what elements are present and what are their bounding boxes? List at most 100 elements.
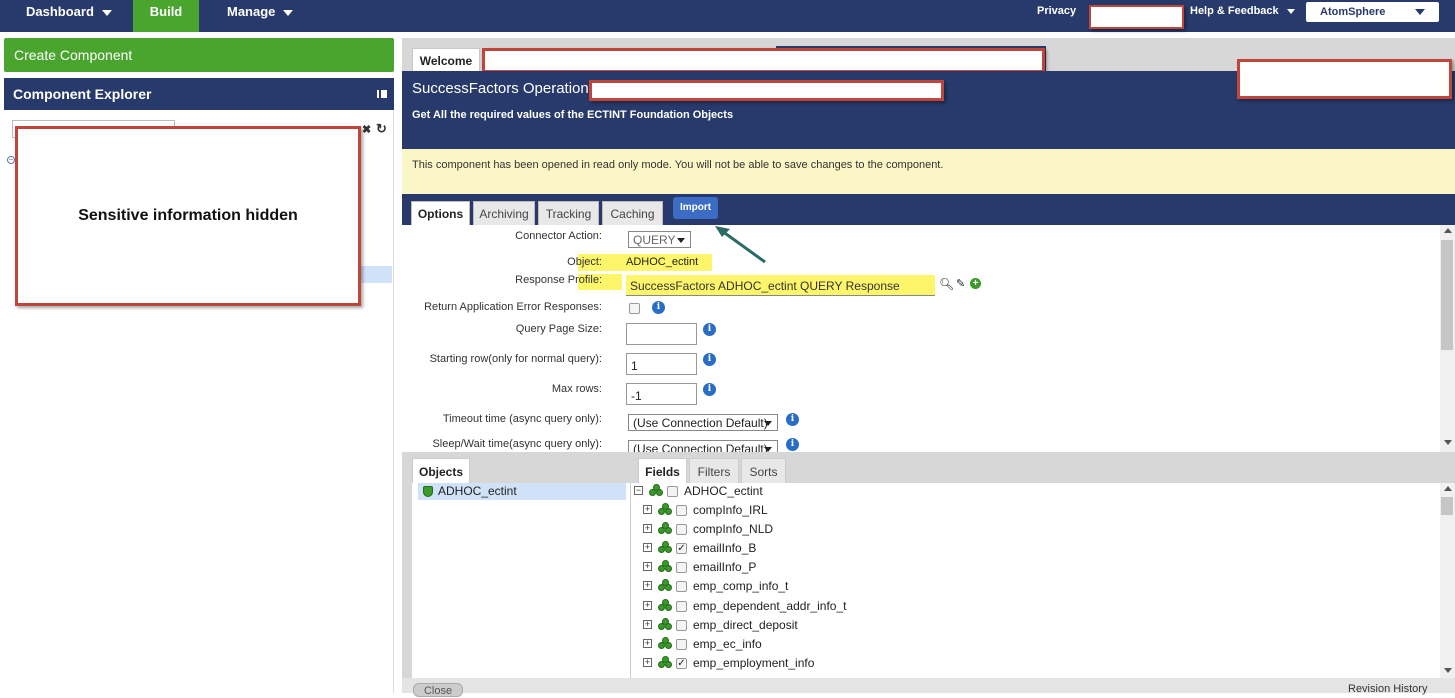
chevron-down-icon (677, 238, 685, 243)
field-checkbox[interactable]: ✓ (676, 657, 687, 669)
object-value: ADHOC_ectint (626, 256, 699, 268)
scroll-up-icon[interactable] (1444, 486, 1452, 491)
field-checkbox[interactable] (667, 486, 678, 497)
expand-icon[interactable]: + (643, 619, 652, 629)
field-checkbox[interactable] (676, 505, 687, 516)
tab-objects[interactable]: Objects (412, 458, 470, 484)
redaction-box: Sensitive information hidden (15, 126, 361, 306)
info-icon[interactable]: i (786, 413, 799, 426)
chevron-down-icon (764, 421, 772, 426)
tab-archiving[interactable]: Archiving (473, 201, 535, 225)
field-checkbox[interactable] (676, 524, 687, 536)
expand-icon[interactable]: + (643, 638, 652, 648)
field-checkbox[interactable] (676, 600, 687, 612)
chevron-down-icon (1415, 9, 1425, 15)
field-label: emailInfo_P (693, 560, 757, 575)
edit-pencil-icon[interactable]: ✎ (956, 277, 965, 290)
expand-icon[interactable]: + (643, 562, 652, 572)
tab-welcome[interactable]: Welcome (412, 48, 480, 72)
info-icon[interactable]: i (786, 438, 799, 451)
field-checkbox[interactable] (676, 562, 687, 574)
close-button[interactable]: Close (413, 683, 463, 697)
nav-manage[interactable]: Manage (227, 0, 307, 32)
info-icon[interactable]: i (703, 353, 716, 366)
expand-icon[interactable]: + (643, 657, 652, 667)
add-icon[interactable]: + (970, 278, 981, 289)
field-checkbox[interactable] (676, 638, 687, 650)
max-rows-input[interactable]: -1 (626, 383, 697, 405)
expand-icon[interactable]: + (643, 600, 652, 610)
tab-tracking[interactable]: Tracking (538, 201, 599, 225)
nav-build[interactable]: Build (133, 0, 199, 32)
sleep-wait-select[interactable]: (Use Connection Default) (628, 440, 778, 452)
tree-collapse-icon[interactable]: − (7, 156, 15, 164)
field-group-icon (658, 522, 672, 535)
refresh-icon[interactable]: ↻ (376, 121, 387, 137)
field-label: emp_ec_info (693, 636, 762, 651)
nav-manage-label: Manage (227, 4, 276, 19)
expand-icon[interactable]: + (643, 524, 652, 534)
field-group-icon (658, 655, 672, 668)
search-icon[interactable]: 🔍︎ (939, 277, 954, 291)
account-selector[interactable]: AtomSphere (1306, 2, 1439, 22)
tab-caching[interactable]: Caching (602, 201, 663, 225)
timeout-label: Timeout time (async query only): (442, 413, 602, 425)
field-root-label: ADHOC_ectint (684, 484, 763, 498)
help-feedback-menu[interactable]: Help & Feedback (1190, 0, 1300, 24)
connector-action-select[interactable]: QUERY (628, 231, 691, 248)
chevron-down-icon (283, 9, 294, 16)
field-group-icon (658, 636, 672, 649)
expand-icon[interactable]: + (643, 543, 652, 553)
connector-action-value: QUERY (633, 233, 676, 247)
import-button[interactable]: Import (673, 197, 718, 219)
field-group-icon (658, 503, 672, 515)
return-errors-label: Return Application Error Responses: (424, 301, 602, 313)
scroll-down-icon[interactable] (1444, 668, 1452, 673)
fields-scrollbar-thumb[interactable] (1441, 497, 1453, 515)
account-selector-label: AtomSphere (1320, 6, 1386, 18)
object-list-item-label: ADHOC_ectint (438, 484, 517, 498)
timeout-select[interactable]: (Use Connection Default) (628, 414, 778, 431)
tab-filters[interactable]: Filters (689, 458, 739, 484)
create-component-button[interactable]: Create Component (4, 38, 394, 72)
response-profile-field[interactable]: SuccessFactors ADHOC_ectint QUERY Respon… (626, 275, 935, 296)
form-scrollbar-thumb[interactable] (1441, 240, 1453, 350)
tab-sorts[interactable]: Sorts (741, 458, 786, 484)
object-label: Object: (567, 256, 602, 268)
field-label: emp_comp_info_t (693, 579, 789, 594)
expand-icon[interactable]: + (643, 505, 652, 514)
info-icon[interactable]: i (652, 301, 665, 314)
return-errors-checkbox[interactable] (629, 303, 640, 314)
starting-row-input[interactable]: 1 (626, 353, 697, 375)
field-label: emp_dependent_addr_info_t (693, 598, 847, 613)
field-checkbox[interactable] (676, 581, 687, 593)
field-label: emp_employment_info (693, 655, 815, 670)
collapse-icon[interactable]: − (634, 486, 643, 495)
revision-history-link[interactable]: Revision History (1348, 683, 1427, 695)
nav-dashboard[interactable]: Dashboard (26, 0, 116, 32)
operation-description: Get All the required values of the ECTIN… (412, 109, 734, 121)
object-list-item[interactable]: ADHOC_ectint (418, 483, 626, 500)
readonly-notice: This component has been opened in read o… (402, 149, 1455, 194)
scroll-up-icon[interactable] (1444, 228, 1452, 233)
field-checkbox[interactable]: ✓ (676, 543, 687, 555)
max-rows-label: Max rows: (551, 383, 602, 395)
field-group-icon (658, 579, 672, 592)
tab-options[interactable]: Options (411, 201, 470, 225)
scroll-down-icon[interactable] (1444, 440, 1452, 445)
collapse-panel-icon[interactable] (377, 90, 387, 98)
info-icon[interactable]: i (703, 323, 716, 336)
info-icon[interactable]: i (703, 383, 716, 396)
query-page-size-input[interactable] (626, 323, 697, 345)
privacy-link[interactable]: Privacy (1037, 0, 1076, 24)
field-checkbox[interactable] (676, 619, 687, 631)
redacted-tab-title (482, 48, 1045, 73)
operation-title: SuccessFactors Operation: ( (412, 80, 603, 97)
chevron-down-icon (101, 9, 112, 16)
clear-filter-icon[interactable]: ✖ (362, 123, 371, 136)
expand-icon[interactable]: + (643, 581, 652, 591)
tab-fields[interactable]: Fields (638, 458, 687, 484)
field-group-icon (658, 560, 672, 573)
field-group-icon (658, 598, 672, 611)
redacted-header-actions (1237, 59, 1452, 99)
